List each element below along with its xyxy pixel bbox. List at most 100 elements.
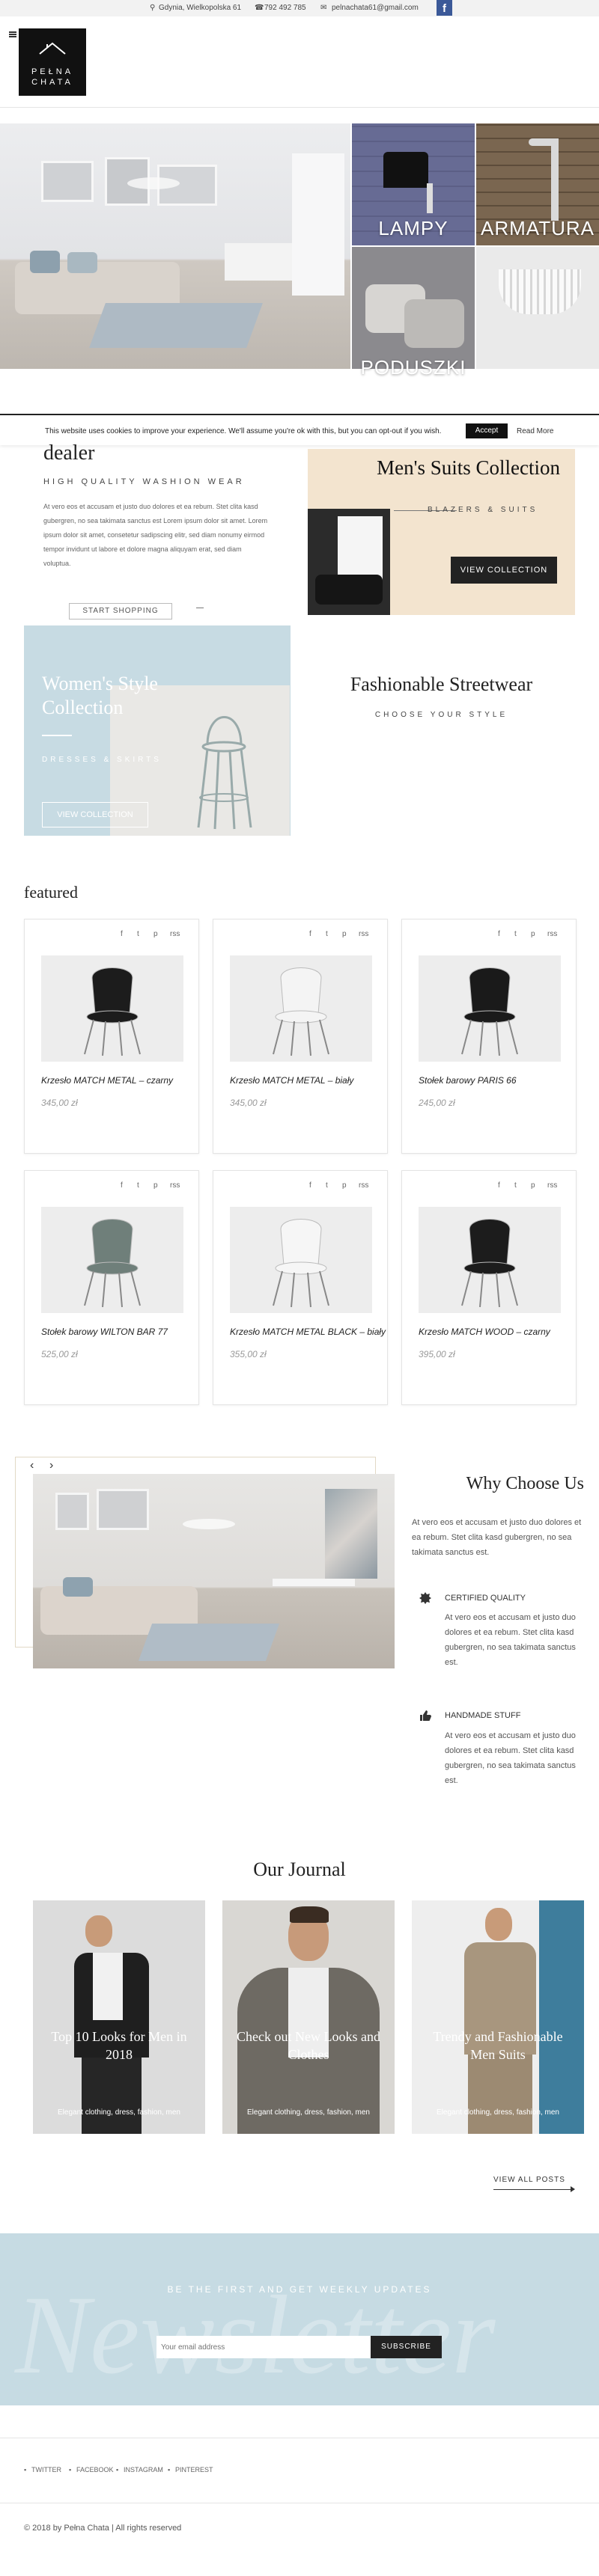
newsletter-email-input[interactable] — [156, 2336, 371, 2358]
product-name[interactable]: Krzesło MATCH METAL – biały — [230, 1075, 353, 1086]
subscribe-button[interactable]: SUBSCRIBE — [371, 2336, 442, 2358]
pinterest-icon[interactable]: p — [153, 930, 158, 938]
why-slider-image — [33, 1474, 395, 1668]
product-card[interactable]: f t p rss Stołek barowy PARIS 66 245,00 zł — [401, 919, 577, 1154]
rss-icon[interactable]: rss — [359, 930, 368, 938]
product-name[interactable]: Krzesło MATCH METAL BLACK – biały — [230, 1327, 386, 1337]
wall-picture — [41, 161, 94, 202]
facebook-icon[interactable]: f — [498, 1181, 500, 1190]
rss-icon[interactable]: rss — [547, 1181, 557, 1190]
product-card[interactable]: f t p rss Stołek barowy WILTON BAR 77 525,00 … — [24, 1170, 199, 1405]
pillow — [404, 299, 464, 348]
footer-facebook-link[interactable]: FACEBOOK — [76, 2466, 114, 2473]
view-all-posts-link[interactable]: VIEW ALL POSTS — [493, 2176, 565, 2184]
journal-card[interactable]: Trendy and Fashionable Men Suits Elegant… — [412, 1900, 584, 2134]
cushion — [67, 252, 97, 273]
womens-collection-panel[interactable]: Women's Style Collection DRESSES & SKIRT… — [24, 625, 291, 836]
streetwear-title: Fashionable Streetwear — [350, 673, 533, 695]
footer-twitter-link[interactable]: TWITTER — [31, 2466, 61, 2473]
product-image[interactable] — [419, 955, 561, 1062]
pinterest-icon[interactable]: p — [342, 1181, 347, 1190]
facebook-icon[interactable]: ▪ — [69, 2466, 71, 2473]
pinterest-icon[interactable]: p — [531, 930, 535, 938]
facebook-icon[interactable]: f — [121, 930, 123, 938]
logo[interactable]: PEŁNA CHATA — [19, 28, 86, 96]
rss-icon[interactable]: rss — [170, 1181, 180, 1190]
product-name[interactable]: Stołek barowy PARIS 66 — [419, 1075, 517, 1086]
pinterest-icon[interactable]: p — [342, 930, 347, 938]
twitter-icon[interactable]: t — [137, 1181, 139, 1190]
chandelier — [499, 269, 581, 314]
hero-living-room-image[interactable] — [0, 123, 350, 369]
model-trousers — [468, 2055, 532, 2134]
slider-prev-icon[interactable]: ‹ — [30, 1459, 34, 1472]
model-trousers — [82, 2058, 142, 2134]
chandelier — [127, 177, 180, 189]
wall-painting — [325, 1489, 377, 1579]
newsletter-heading: BE THE FIRST AND GET WEEKLY UPDATES — [167, 2284, 432, 2295]
feature-handmade-title: HANDMADE STUFF — [445, 1711, 521, 1720]
facebook-icon[interactable]: f — [498, 930, 500, 938]
rss-icon[interactable]: rss — [547, 930, 557, 938]
address-text: Gdynia, Wielkopolska 61 — [159, 4, 242, 12]
twitter-icon[interactable]: t — [326, 1181, 328, 1190]
twitter-icon[interactable]: t — [137, 930, 139, 938]
twitter-icon[interactable]: t — [514, 1181, 517, 1190]
product-image[interactable] — [230, 955, 372, 1062]
faucet-spout — [529, 138, 559, 146]
product-name[interactable]: Stołek barowy WILTON BAR 77 — [41, 1327, 168, 1337]
product-name[interactable]: Krzesło MATCH WOOD – czarny — [419, 1327, 550, 1337]
facebook-icon[interactable]: f — [309, 930, 311, 938]
twitter-icon[interactable]: t — [326, 930, 328, 938]
feature-certified-text: At vero eos et accusam et justo duo dolo… — [445, 1613, 576, 1667]
product-card[interactable]: f t p rss Krzesło MATCH METAL BLACK – biały 3… — [213, 1170, 388, 1405]
cookie-accept-button[interactable]: Accept — [466, 423, 508, 438]
product-image[interactable] — [41, 1207, 183, 1313]
logo-line-1: PEŁNA — [31, 67, 74, 76]
pinterest-icon[interactable]: p — [153, 1181, 158, 1190]
instagram-icon[interactable]: ▪ — [116, 2466, 118, 2473]
product-card[interactable]: f t p rss Krzesło MATCH METAL – czarny 345,00… — [24, 919, 199, 1154]
product-price: 395,00 zł — [419, 1349, 455, 1359]
tile-pillows[interactable]: PODUSZKI — [352, 247, 475, 379]
console-table — [273, 1579, 355, 1586]
tile-lamps[interactable]: LAMPY — [352, 123, 475, 245]
facebook-icon[interactable]: f — [437, 0, 452, 16]
product-card[interactable]: f t p rss Krzesło MATCH METAL – biały 345,00 … — [213, 919, 388, 1154]
rss-icon[interactable]: rss — [359, 1181, 368, 1190]
twitter-icon[interactable]: t — [514, 930, 517, 938]
mens-view-collection-button[interactable]: VIEW COLLECTION — [451, 557, 557, 584]
product-image[interactable] — [41, 955, 183, 1062]
footer-pinterest-link[interactable]: PINTEREST — [175, 2466, 213, 2473]
product-image[interactable] — [419, 1207, 561, 1313]
journal-card[interactable]: Top 10 Looks for Men in 2018 Elegant clo… — [33, 1900, 205, 2134]
menu-icon[interactable] — [9, 31, 16, 37]
lamp-arm — [427, 183, 433, 213]
arrow-right-icon — [571, 2186, 575, 2192]
tile-pillows-label: PODUSZKI — [360, 356, 466, 379]
newsletter-section: Newsletter BE THE FIRST AND GET WEEKLY U… — [0, 2233, 599, 2405]
pinterest-icon[interactable]: ▪ — [168, 2466, 170, 2473]
tile-chandelier-image[interactable] — [476, 247, 599, 369]
journal-card[interactable]: Check out New Looks and Clothes Elegant … — [222, 1900, 395, 2134]
email-link[interactable]: pelnachata61@gmail.com — [332, 4, 419, 12]
facebook-icon[interactable]: f — [121, 1181, 123, 1190]
cookie-read-more-link[interactable]: Read More — [517, 427, 553, 435]
slider-next-icon[interactable]: › — [49, 1459, 53, 1472]
footer-instagram-link[interactable]: INSTAGRAM — [124, 2466, 163, 2473]
phone-icon: ☎ — [255, 4, 264, 12]
tile-fittings[interactable]: ARMATURA — [476, 123, 599, 245]
facebook-icon[interactable]: f — [309, 1181, 311, 1190]
womens-view-collection-button[interactable]: VIEW COLLECTION — [42, 802, 148, 827]
rug — [138, 1624, 280, 1661]
twitter-icon[interactable]: ▪ — [24, 2466, 26, 2473]
phone-link[interactable]: 792 492 785 — [264, 4, 306, 12]
product-card[interactable]: f t p rss Krzesło MATCH WOOD – czarny 395,00 … — [401, 1170, 577, 1405]
mens-collection-panel[interactable]: Men's Suits Collection BLAZERS & SUITS V… — [308, 449, 575, 615]
product-name[interactable]: Krzesło MATCH METAL – czarny — [41, 1075, 173, 1086]
pinterest-icon[interactable]: p — [531, 1181, 535, 1190]
product-image[interactable] — [230, 1207, 372, 1313]
rss-icon[interactable]: rss — [170, 930, 180, 938]
house-roof-icon — [39, 42, 66, 55]
start-shopping-button[interactable]: START SHOPPING — [69, 603, 172, 619]
